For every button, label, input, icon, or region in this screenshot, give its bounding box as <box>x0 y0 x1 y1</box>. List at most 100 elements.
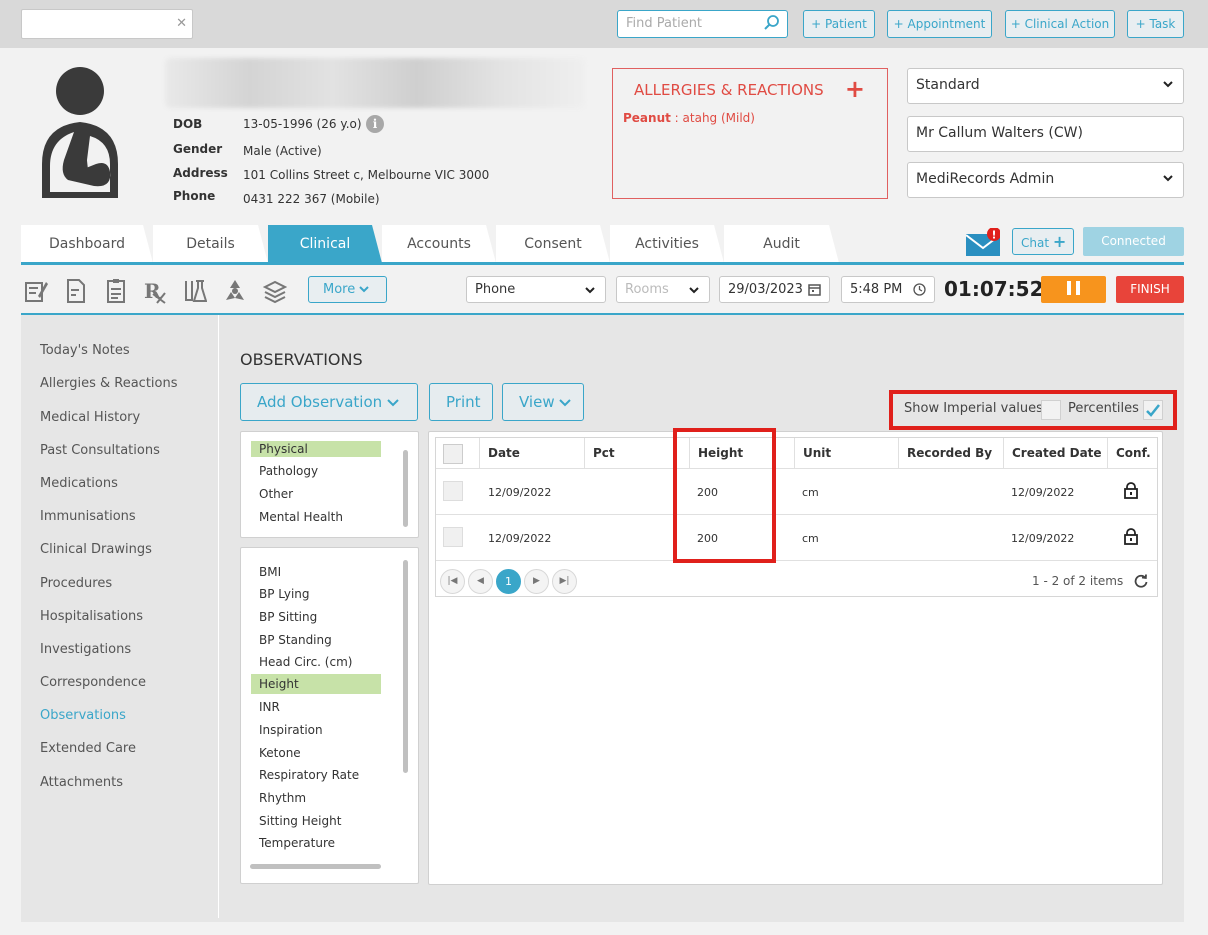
divider <box>436 514 1157 515</box>
nav-allergies[interactable]: Allergies & Reactions <box>40 376 178 391</box>
type-inspiration[interactable]: Inspiration <box>251 722 331 738</box>
connected-button[interactable]: Connected <box>1083 227 1184 256</box>
finish-button[interactable]: FINISH <box>1116 276 1184 303</box>
type-bp-lying[interactable]: BP Lying <box>251 586 318 602</box>
calendar-icon[interactable] <box>808 283 821 296</box>
lab-flask-icon[interactable] <box>183 278 207 304</box>
next-page-button[interactable]: ▶ <box>524 569 549 594</box>
page-button[interactable]: 1 <box>496 569 521 594</box>
view-button[interactable]: View <box>502 383 584 421</box>
find-patient-input[interactable]: Find Patient <box>617 10 788 38</box>
nav-investigations[interactable]: Investigations <box>40 642 131 657</box>
prescription-icon[interactable]: R <box>143 278 167 304</box>
consult-mode-select[interactable]: Phone <box>466 276 606 303</box>
info-icon[interactable]: i <box>366 115 384 133</box>
lock-icon[interactable] <box>1124 528 1138 545</box>
layers-icon[interactable] <box>263 278 287 304</box>
column-recorded-by[interactable]: Recorded By <box>899 438 1004 469</box>
show-imperial-checkbox[interactable] <box>1041 400 1061 420</box>
checklist-icon[interactable] <box>104 278 128 304</box>
lock-icon[interactable] <box>1124 482 1138 499</box>
more-label: More <box>323 282 356 297</box>
nav-correspondence[interactable]: Correspondence <box>40 675 146 690</box>
percentiles-checkbox[interactable] <box>1143 400 1163 420</box>
type-bp-sitting[interactable]: BP Sitting <box>251 609 325 625</box>
last-page-button[interactable]: ▶| <box>552 569 577 594</box>
add-task-button[interactable]: + Task <box>1127 10 1184 38</box>
type-inr[interactable]: INR <box>251 699 288 715</box>
nav-medications[interactable]: Medications <box>40 476 118 491</box>
nav-todays-notes[interactable]: Today's Notes <box>40 343 130 358</box>
column-conf[interactable]: Conf. <box>1108 438 1158 469</box>
type-bmi[interactable]: BMI <box>251 564 289 580</box>
tab-clinical[interactable]: Clinical <box>268 225 382 263</box>
type-height[interactable]: Height <box>251 674 381 694</box>
search-icon[interactable] <box>763 14 781 32</box>
category-other[interactable]: Other <box>251 486 301 502</box>
column-date[interactable]: Date <box>480 438 585 469</box>
allergy-item[interactable]: Peanut : atahg (Mild) <box>623 111 755 125</box>
address-label: Address <box>173 166 228 180</box>
column-unit[interactable]: Unit <box>795 438 899 469</box>
nav-hospitalisations[interactable]: Hospitalisations <box>40 609 143 624</box>
type-horizontal-scrollbar[interactable] <box>250 864 381 869</box>
category-scrollbar[interactable] <box>403 450 408 527</box>
nav-attachments[interactable]: Attachments <box>40 775 123 790</box>
tab-details[interactable]: Details <box>153 225 268 263</box>
nav-past-consultations[interactable]: Past Consultations <box>40 443 160 458</box>
category-pathology[interactable]: Pathology <box>251 463 326 479</box>
prev-page-button[interactable]: ◀ <box>468 569 493 594</box>
clock-icon[interactable] <box>913 283 926 296</box>
time-input[interactable]: 5:48 PM <box>841 276 935 303</box>
category-physical[interactable]: Physical <box>251 441 381 457</box>
type-bp-standing[interactable]: BP Standing <box>251 632 340 648</box>
type-vertical-scrollbar[interactable] <box>403 560 408 773</box>
add-observation-button[interactable]: Add Observation <box>240 383 418 421</box>
practice-select[interactable]: MediRecords Admin <box>907 162 1184 198</box>
tab-accounts[interactable]: Accounts <box>382 225 496 263</box>
tab-audit[interactable]: Audit <box>724 225 839 263</box>
add-allergy-icon[interactable]: + <box>845 75 865 103</box>
add-appointment-button[interactable]: + Appointment <box>887 10 992 38</box>
more-button[interactable]: More <box>308 276 387 303</box>
close-icon[interactable]: ✕ <box>176 16 187 31</box>
nav-observations[interactable]: Observations <box>40 708 126 723</box>
tab-activities[interactable]: Activities <box>610 225 724 263</box>
select-all-checkbox[interactable] <box>443 444 463 464</box>
patient-tab-search[interactable]: ✕ <box>21 9 193 39</box>
category-list: Physical Pathology Other Mental Health <box>240 431 419 538</box>
add-patient-button[interactable]: + Patient <box>803 10 875 38</box>
radiology-icon[interactable] <box>223 278 247 304</box>
pause-button[interactable] <box>1041 276 1106 303</box>
type-respiratory-rate[interactable]: Respiratory Rate <box>251 767 367 783</box>
refresh-icon[interactable] <box>1134 574 1148 588</box>
type-sitting-height[interactable]: Sitting Height <box>251 813 349 829</box>
type-ketone[interactable]: Ketone <box>251 745 309 761</box>
document-icon[interactable] <box>64 278 88 304</box>
mail-alert-icon[interactable]: ! <box>966 228 1000 256</box>
allergy-detail: : atahg (Mild) <box>670 111 755 125</box>
nav-immunisations[interactable]: Immunisations <box>40 509 136 524</box>
first-page-button[interactable]: |◀ <box>440 569 465 594</box>
category-mental-health[interactable]: Mental Health <box>251 509 351 525</box>
date-input[interactable]: 29/03/2023 <box>719 276 830 303</box>
type-rhythm[interactable]: Rhythm <box>251 790 314 806</box>
practitioner-field[interactable]: Mr Callum Walters (CW) <box>907 116 1184 152</box>
print-button[interactable]: Print <box>429 383 493 421</box>
type-head-circ[interactable]: Head Circ. (cm) <box>251 654 360 670</box>
nav-procedures[interactable]: Procedures <box>40 576 112 591</box>
tab-consent[interactable]: Consent <box>496 225 610 263</box>
encounter-type-select[interactable]: Standard <box>907 68 1184 104</box>
chat-button[interactable]: Chat + <box>1012 228 1074 255</box>
rooms-select[interactable]: Rooms <box>616 276 710 303</box>
column-created-date[interactable]: Created Date <box>1004 438 1108 469</box>
notes-edit-icon[interactable] <box>24 278 48 304</box>
nav-clinical-drawings[interactable]: Clinical Drawings <box>40 542 152 557</box>
nav-extended-care[interactable]: Extended Care <box>40 741 136 756</box>
row-checkbox[interactable] <box>443 527 463 547</box>
tab-dashboard[interactable]: Dashboard <box>21 225 153 263</box>
add-clinical-action-button[interactable]: + Clinical Action <box>1005 10 1115 38</box>
type-temperature[interactable]: Temperature <box>251 835 343 851</box>
nav-medical-history[interactable]: Medical History <box>40 410 140 425</box>
row-checkbox[interactable] <box>443 481 463 501</box>
